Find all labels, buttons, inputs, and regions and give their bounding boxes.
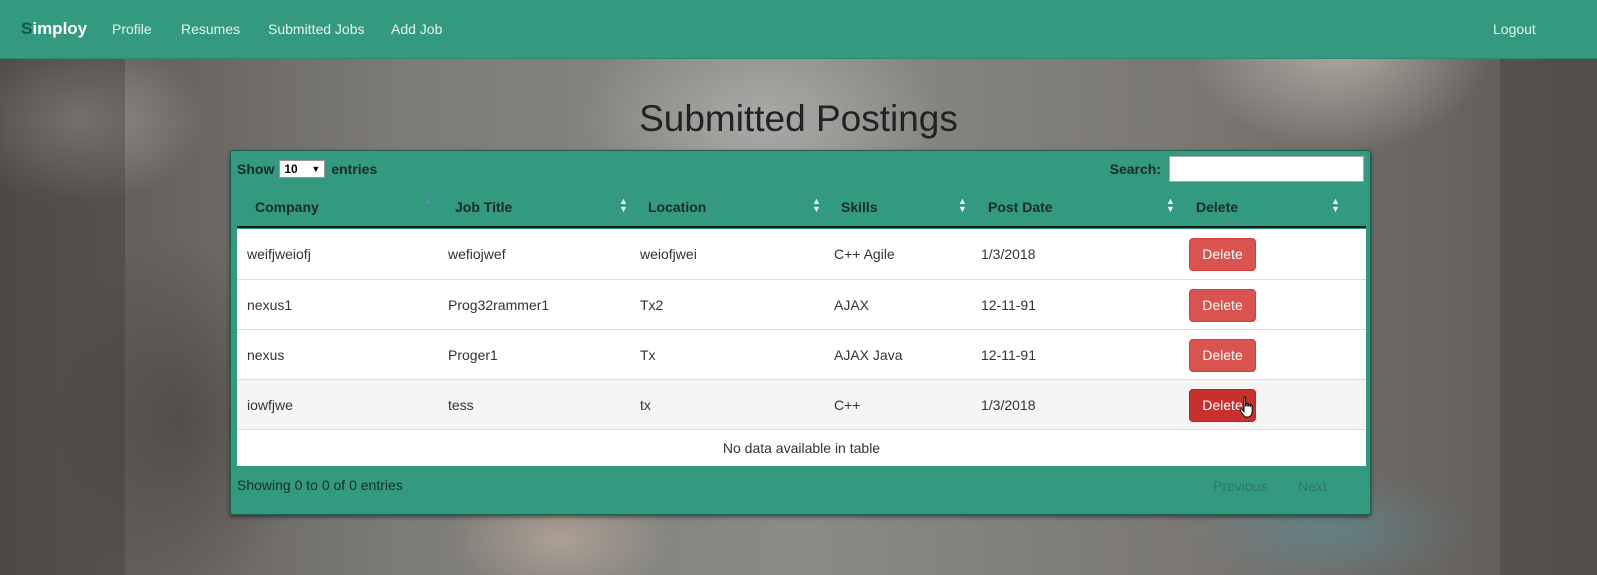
nav-profile[interactable]: Profile — [112, 21, 152, 37]
show-label: Show — [237, 161, 275, 177]
sort-asc-icon: ▲ — [424, 196, 433, 206]
empty-table-message: No data available in table — [237, 429, 1366, 466]
delete-button[interactable]: Delete — [1189, 238, 1256, 271]
table-row: weifjweiofj wefiojwef weiofjwei C++ Agil… — [237, 229, 1366, 279]
length-control: Show 10 ▼ entries — [237, 160, 377, 178]
cell-location: weiofjwei — [640, 246, 697, 262]
entries-length-select[interactable]: 10 ▼ — [279, 160, 326, 178]
delete-button[interactable]: Delete — [1189, 339, 1256, 372]
hand-pointer-icon — [1239, 396, 1253, 418]
cell-post-date: 12-11-91 — [981, 297, 1037, 313]
table-row: iowfjwe tess tx C++ 1/3/2018 Delete — [237, 379, 1366, 429]
cell-skills: C++ Agile — [834, 246, 895, 262]
header-job-title[interactable]: Job Title — [455, 199, 512, 215]
search-label: Search: — [1109, 161, 1161, 177]
search-input[interactable] — [1169, 156, 1364, 182]
cell-company: weifjweiofj — [247, 246, 311, 262]
cell-job-title: tess — [448, 397, 474, 413]
cell-location: Tx — [640, 347, 656, 363]
sort-arrows-icon: ▲ ▼ — [619, 196, 628, 214]
header-company[interactable]: Company — [255, 199, 319, 215]
table-info: Showing 0 to 0 of 0 entries — [237, 477, 403, 493]
sort-arrows-icon: ▲ ▼ — [812, 196, 821, 214]
header-skills[interactable]: Skills — [841, 199, 878, 215]
table-row: nexus1 Prog32rammer1 Tx2 AJAX 12-11-91 D… — [237, 279, 1366, 329]
brand-name: imploy — [32, 19, 88, 38]
cell-post-date: 1/3/2018 — [981, 246, 1036, 262]
page-title: Submitted Postings — [639, 98, 958, 139]
header-delete[interactable]: Delete — [1196, 199, 1238, 215]
cell-job-title: Prog32rammer1 — [448, 297, 550, 313]
cell-location: tx — [640, 397, 651, 413]
chevron-down-icon: ▼ — [311, 164, 321, 174]
cell-job-title: Proger1 — [448, 347, 498, 363]
brand-initial: S — [21, 19, 33, 38]
cell-company: nexus1 — [247, 297, 293, 313]
sort-arrows-icon: ▲ ▼ — [958, 196, 967, 214]
cell-company: nexus — [247, 347, 285, 363]
table-row: nexus Proger1 Tx AJAX Java 12-11-91 Dele… — [237, 329, 1366, 379]
nav-submitted-jobs[interactable]: Submitted Jobs — [268, 21, 365, 37]
entries-length-value: 10 — [284, 162, 298, 176]
nav-add-job[interactable]: Add Job — [391, 21, 442, 37]
header-location[interactable]: Location — [648, 199, 706, 215]
cell-job-title: wefiojwef — [448, 246, 506, 262]
delete-button[interactable]: Delete — [1189, 289, 1256, 322]
sort-arrows-icon: ▲ ▼ — [1331, 196, 1340, 214]
cell-post-date: 1/3/2018 — [981, 397, 1036, 413]
cell-location: Tx2 — [640, 297, 664, 313]
cell-company: iowfjwe — [247, 397, 293, 413]
table-header-row: Company ▲ Job Title ▲ ▼ Location ▲ ▼ Skill… — [237, 187, 1366, 228]
cell-skills: AJAX Java — [834, 347, 903, 363]
cell-skills: C++ — [834, 397, 861, 413]
search-control: Search: — [1110, 156, 1364, 182]
cell-skills: AJAX — [834, 297, 870, 313]
pagination-previous[interactable]: Previous — [1213, 478, 1267, 494]
cell-post-date: 12-11-91 — [981, 347, 1037, 363]
nav-resumes[interactable]: Resumes — [181, 21, 240, 37]
pagination-next[interactable]: Next — [1298, 478, 1327, 494]
navbar: Simploy Profile Resumes Submitted Jobs A… — [0, 0, 1597, 59]
postings-table-panel: Show 10 ▼ entries Search: Company ▲ Job … — [230, 150, 1371, 515]
brand-logo[interactable]: Simploy — [21, 19, 87, 39]
header-post-date[interactable]: Post Date — [988, 199, 1053, 215]
nav-logout[interactable]: Logout — [1493, 21, 1536, 37]
entries-label: entries — [331, 161, 378, 177]
table-body: weifjweiofj wefiojwef weiofjwei C++ Agil… — [237, 229, 1366, 466]
sort-arrows-icon: ▲ ▼ — [1166, 196, 1175, 214]
